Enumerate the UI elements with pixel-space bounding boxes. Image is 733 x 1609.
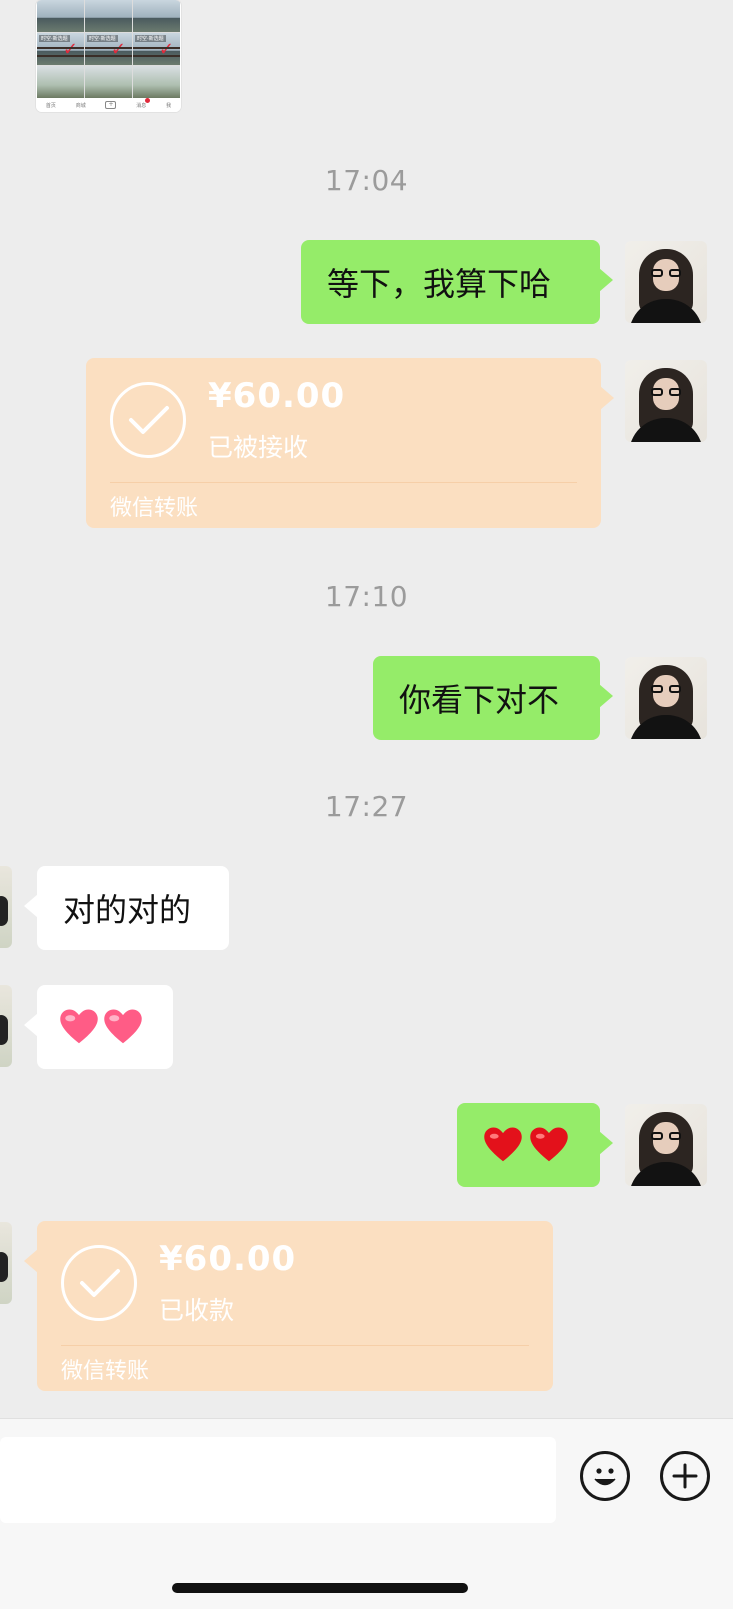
glasses-icon: [651, 1132, 681, 1140]
thumbnail-photo: [133, 0, 180, 32]
thumbnail-photo: 时空·新选题 ✓: [133, 33, 180, 65]
chat-timestamp: 17:27: [324, 790, 409, 823]
thumbnail-photo: [133, 66, 180, 98]
transfer-footer: 微信转账: [61, 1359, 150, 1384]
image-thumbnail-grid: 时空·新选题 ✓ 时空·新选题 ✓ 时空·新选题 ✓: [37, 0, 180, 98]
chat-timestamp: 17:04: [324, 164, 409, 197]
thumbnail-photo: [37, 0, 84, 32]
my-avatar[interactable]: [625, 657, 707, 739]
thumbnail-photo: 时空·新选题 ✓: [85, 33, 132, 65]
thumbnail-tab: 首页: [45, 102, 56, 109]
chat-timestamp: 17:10: [324, 580, 409, 613]
thumbnail-tab: +: [105, 101, 117, 109]
my-avatar[interactable]: [625, 1104, 707, 1186]
my-avatar[interactable]: [625, 241, 707, 323]
thumbnail-photo: [85, 0, 132, 32]
thumbnail-tab: 我: [166, 102, 172, 109]
chat-input-bar: [0, 1418, 733, 1609]
thumbnail-tab-bar: 首页 商城 + 消息 我: [36, 97, 181, 112]
thumbnail-photo: 时空·新选题 ✓: [37, 33, 84, 65]
red-heart-emoji-icon: [530, 1127, 568, 1162]
glasses-icon: [651, 685, 681, 693]
transfer-footer: 微信转账: [110, 496, 199, 521]
message-input[interactable]: [0, 1437, 556, 1523]
transfer-status: 已收款: [159, 1296, 235, 1325]
my-message-bubble[interactable]: 等下，我算下哈: [301, 240, 613, 324]
my-transfer-card[interactable]: ¥60.00 已被接收 微信转账: [86, 358, 614, 528]
contact-avatar[interactable]: [0, 985, 12, 1067]
transfer-divider: [61, 1345, 529, 1346]
my-avatar[interactable]: [625, 360, 707, 442]
red-heart-emoji-icon: [484, 1127, 522, 1162]
glasses-icon: [651, 269, 681, 277]
thumbnail-photo: [37, 66, 84, 98]
thumbnail-tab: 消息: [136, 97, 151, 109]
my-emoji-bubble[interactable]: [457, 1103, 613, 1187]
glasses-icon: [651, 388, 681, 396]
home-indicator[interactable]: [172, 1583, 468, 1593]
pink-heart-emoji-icon: [60, 1009, 98, 1044]
contact-avatar[interactable]: [0, 866, 12, 948]
transfer-divider: [110, 482, 577, 483]
smiley-icon[interactable]: [580, 1451, 630, 1501]
transfer-status: 已被接收: [208, 433, 309, 462]
my-message-bubble[interactable]: 你看下对不: [373, 656, 613, 740]
contact-avatar[interactable]: [0, 1222, 12, 1304]
their-emoji-bubble[interactable]: [24, 985, 173, 1069]
transfer-amount: ¥60.00: [208, 376, 346, 416]
thumbnail-photo: [85, 66, 132, 98]
plus-circle-icon[interactable]: [660, 1451, 710, 1501]
thumbnail-tab: 商城: [75, 102, 86, 109]
check-circle-icon: [110, 382, 186, 458]
transfer-amount: ¥60.00: [159, 1239, 297, 1279]
their-transfer-card[interactable]: ¥60.00 已收款 微信转账: [24, 1221, 553, 1391]
pink-heart-emoji-icon: [104, 1009, 142, 1044]
image-message-thumbnail[interactable]: 时空·新选题 ✓ 时空·新选题 ✓ 时空·新选题 ✓ 首页 商城 + 消息 我: [36, 0, 181, 112]
their-message-bubble[interactable]: 对的对的: [24, 866, 229, 950]
check-circle-icon: [61, 1245, 137, 1321]
